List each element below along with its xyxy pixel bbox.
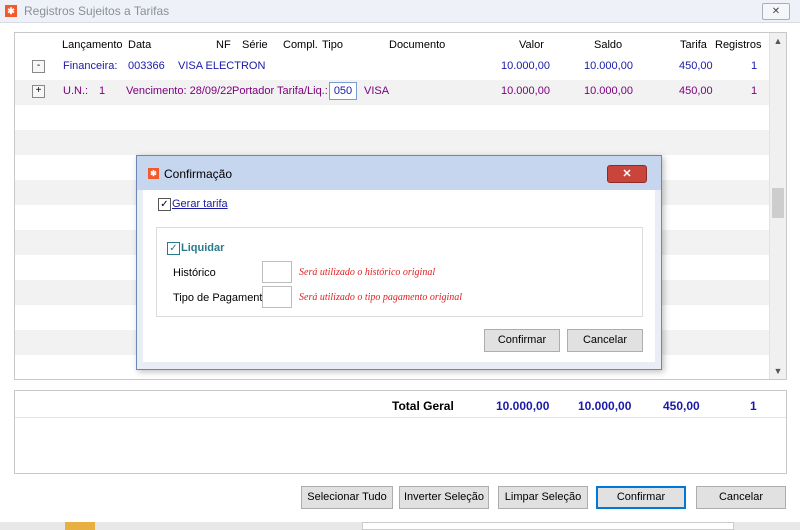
header-compl[interactable]: Compl. — [283, 39, 318, 51]
historico-hint: Será utilizado o histórico original — [299, 267, 436, 278]
header-valor[interactable]: Valor — [519, 39, 544, 51]
liquidar-label[interactable]: Liquidar — [181, 242, 224, 254]
total-tarifa: 450,00 — [663, 399, 700, 413]
header-tarifa[interactable]: Tarifa — [680, 39, 707, 51]
total-registros: 1 — [750, 399, 757, 413]
confirmation-dialog: ✱ Confirmação ✕ ✓ Gerar tarifa ✓ Liquida… — [136, 155, 662, 370]
totals-row: Total Geral 10.000,00 10.000,00 450,00 1 — [15, 395, 786, 418]
total-saldo: 10.000,00 — [578, 399, 632, 413]
tipo-pagamento-field[interactable] — [262, 286, 292, 308]
financeira-label: Financeira: — [63, 60, 118, 72]
vertical-scrollbar[interactable]: ▲ ▼ — [769, 33, 786, 379]
historico-field[interactable] — [262, 261, 292, 283]
financeira-code: 003366 — [128, 60, 165, 72]
total-geral-label: Total Geral — [392, 399, 454, 413]
window-titlebar: ✱ Registros Sujeitos a Tarifas ✕ — [0, 0, 800, 23]
dialog-confirm-button[interactable]: Confirmar — [484, 329, 560, 352]
tipo-pagamento-label: Tipo de Pagamento — [173, 292, 269, 304]
liquidar-checkbox[interactable]: ✓ — [167, 242, 180, 255]
dialog-app-icon: ✱ — [148, 168, 159, 179]
gerar-tarifa-label[interactable]: Gerar tarifa — [172, 198, 228, 210]
dialog-title: Confirmação — [164, 167, 233, 181]
header-nf[interactable]: NF — [216, 39, 231, 51]
header-lancamento[interactable]: Lançamento — [62, 39, 123, 51]
collapse-button[interactable]: - — [32, 60, 45, 73]
totals-panel: Total Geral 10.000,00 10.000,00 450,00 1 — [14, 390, 787, 474]
header-registros[interactable]: Registros — [715, 39, 761, 51]
financeira-name: VISA ELECTRON — [178, 60, 266, 72]
header-documento[interactable]: Documento — [389, 39, 445, 51]
window-title: Registros Sujeitos a Tarifas — [24, 4, 170, 18]
historico-label: Histórico — [173, 267, 216, 279]
gerar-tarifa-checkbox[interactable]: ✓ — [158, 198, 171, 211]
select-all-button[interactable]: Selecionar Tudo — [301, 486, 393, 509]
scroll-down-icon[interactable]: ▼ — [770, 363, 786, 379]
row-registros: 1 — [751, 85, 758, 97]
portador-name: VISA — [364, 85, 390, 97]
portador-label: Portador Tarifa/Liq.: — [232, 85, 328, 97]
confirm-button[interactable]: Confirmar — [596, 486, 686, 509]
header-saldo[interactable]: Saldo — [594, 39, 622, 51]
total-valor: 10.000,00 — [496, 399, 550, 413]
app-icon: ✱ — [5, 5, 17, 17]
tipo-pagamento-hint: Será utilizado o tipo pagamento original — [299, 292, 463, 303]
row-registros: 1 — [751, 60, 758, 72]
scrollbar-thumb[interactable] — [772, 188, 784, 218]
clear-selection-button[interactable]: Limpar Seleção — [498, 486, 588, 509]
header-serie[interactable]: Série — [242, 39, 268, 51]
row-tarifa: 450,00 — [679, 85, 713, 97]
portador-code-field[interactable]: 050 — [329, 82, 357, 100]
dialog-titlebar: ✱ Confirmação ✕ — [137, 156, 661, 190]
dialog-body: ✓ Gerar tarifa ✓ Liquidar Histórico Será… — [143, 190, 655, 362]
un-label: U.N.: — [63, 85, 89, 97]
invert-selection-button[interactable]: Inverter Seleção — [399, 486, 489, 509]
row-saldo: 10.000,00 — [584, 60, 633, 72]
dialog-cancel-button[interactable]: Cancelar — [567, 329, 643, 352]
dialog-close-button[interactable]: ✕ — [607, 165, 647, 183]
row-tarifa: 450,00 — [679, 60, 713, 72]
window-close-button[interactable]: ✕ — [762, 3, 790, 20]
cancel-button[interactable]: Cancelar — [696, 486, 786, 509]
table-row[interactable]: - Financeira: 003366 VISA ELECTRON 10.00… — [15, 54, 769, 78]
liquidar-group: ✓ Liquidar Histórico Será utilizado o hi… — [156, 227, 643, 317]
header-data[interactable]: Data — [128, 39, 151, 51]
row-saldo: 10.000,00 — [584, 85, 633, 97]
header-tipo[interactable]: Tipo — [322, 39, 343, 51]
taskbar-strip — [0, 522, 800, 530]
un-value: 1 — [99, 85, 106, 97]
row-valor: 10.000,00 — [501, 60, 550, 72]
scroll-up-icon[interactable]: ▲ — [770, 33, 786, 49]
vencimento-text: Vencimento: 28/09/22 — [126, 85, 233, 97]
row-valor: 10.000,00 — [501, 85, 550, 97]
table-row[interactable]: + U.N.: 1 Vencimento: 28/09/22 Portador … — [15, 79, 769, 103]
expand-button[interactable]: + — [32, 85, 45, 98]
